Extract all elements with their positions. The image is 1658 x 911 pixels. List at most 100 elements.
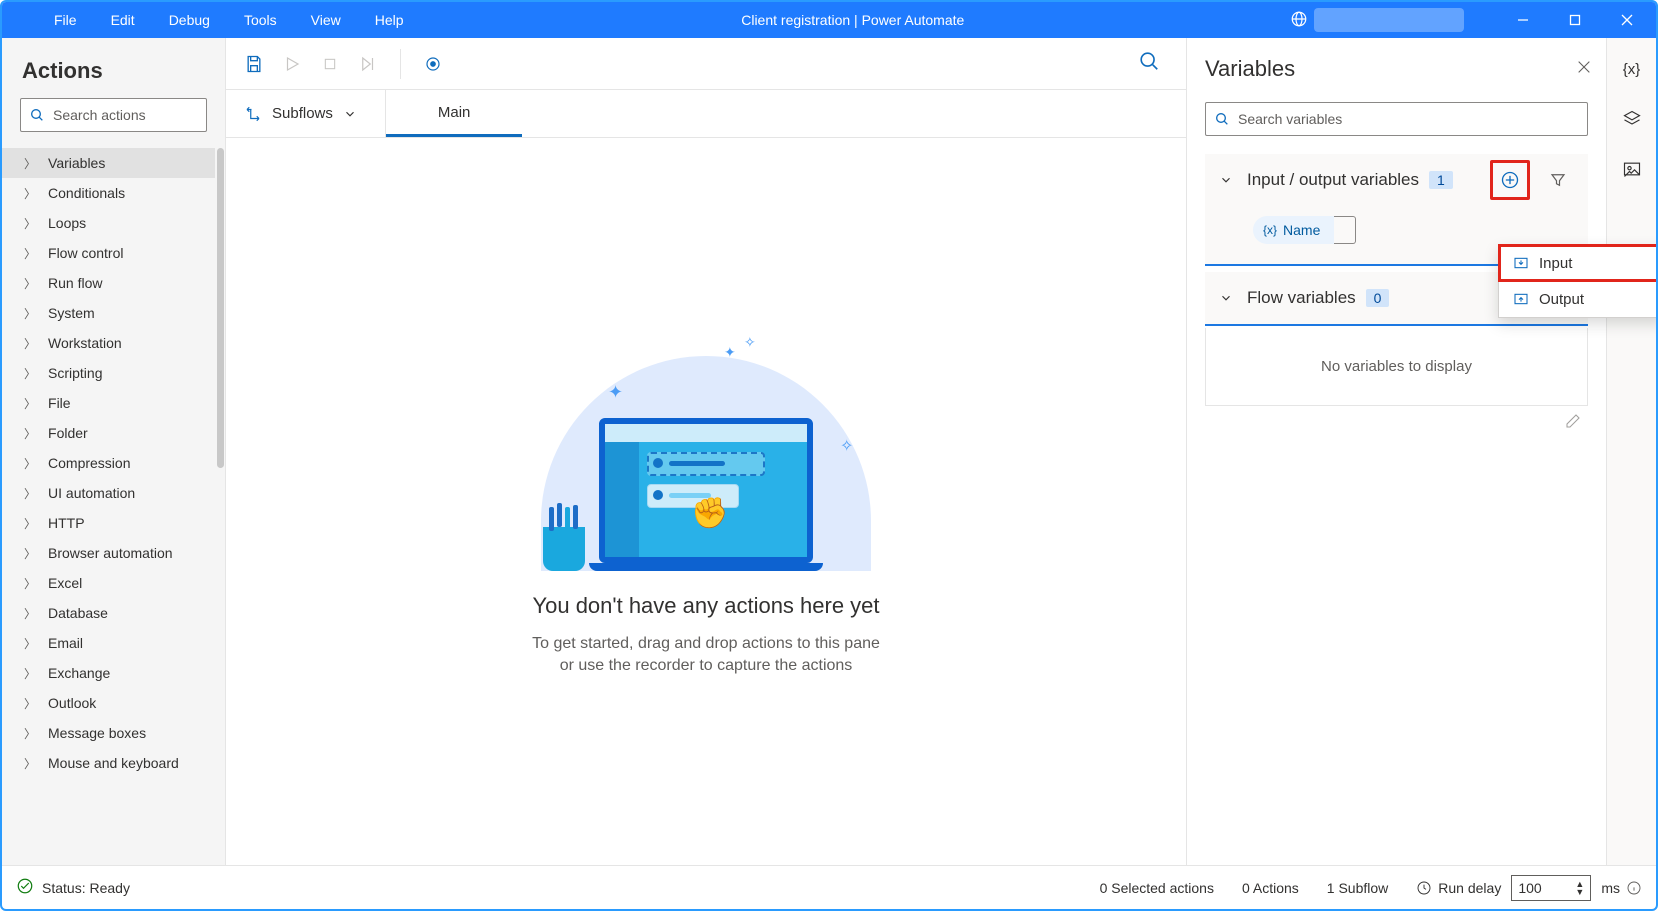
menu-help[interactable]: Help xyxy=(363,6,416,34)
status-text: Status: Ready xyxy=(42,880,130,896)
category-database[interactable]: 〉Database xyxy=(2,598,225,628)
menu-edit[interactable]: Edit xyxy=(99,6,147,34)
subflows-dropdown[interactable]: Subflows xyxy=(226,90,386,137)
category-http[interactable]: 〉HTTP xyxy=(2,508,225,538)
run-delay-input[interactable]: 100 ▲▼ xyxy=(1511,875,1591,901)
category-variables[interactable]: 〉Variables xyxy=(2,148,225,178)
chevron-right-icon: 〉 xyxy=(24,725,36,742)
category-conditionals[interactable]: 〉Conditionals xyxy=(2,178,225,208)
actions-scrollbar[interactable] xyxy=(215,148,225,865)
environment-pill[interactable] xyxy=(1314,8,1464,32)
chevron-right-icon: 〉 xyxy=(24,575,36,592)
category-system[interactable]: 〉System xyxy=(2,298,225,328)
menu-item-input[interactable]: Input xyxy=(1499,245,1658,281)
subflows-icon xyxy=(244,105,262,123)
category-excel[interactable]: 〉Excel xyxy=(2,568,225,598)
io-count-badge: 1 xyxy=(1429,171,1453,189)
variable-chip-extension[interactable] xyxy=(1334,216,1356,244)
category-browser-automation[interactable]: 〉Browser automation xyxy=(2,538,225,568)
menu-tools[interactable]: Tools xyxy=(232,6,289,34)
run-delay-label: Run delay xyxy=(1438,880,1501,896)
category-run-flow[interactable]: 〉Run flow xyxy=(2,268,225,298)
search-variables-placeholder: Search variables xyxy=(1238,111,1342,127)
category-email[interactable]: 〉Email xyxy=(2,628,225,658)
add-variable-menu: Input Output xyxy=(1498,244,1658,318)
category-compression[interactable]: 〉Compression xyxy=(2,448,225,478)
chevron-right-icon: 〉 xyxy=(24,185,36,202)
actions-panel: Actions Search actions 〉Variables 〉Condi… xyxy=(2,38,226,865)
category-message-boxes[interactable]: 〉Message boxes xyxy=(2,718,225,748)
category-folder[interactable]: 〉Folder xyxy=(2,418,225,448)
menu-debug[interactable]: Debug xyxy=(157,6,222,34)
window-title: Client registration | Power Automate xyxy=(416,12,1290,28)
chevron-right-icon: 〉 xyxy=(24,245,36,262)
rail-layers-icon[interactable] xyxy=(1617,104,1647,134)
status-actions: 0 Actions xyxy=(1242,880,1299,896)
category-ui-automation[interactable]: 〉UI automation xyxy=(2,478,225,508)
flow-canvas[interactable]: ✦✧✦✧ ✊ You don't have any xyxy=(226,138,1186,865)
chevron-right-icon: 〉 xyxy=(24,665,36,682)
close-variables-icon[interactable] xyxy=(1576,59,1592,80)
menu-file[interactable]: File xyxy=(42,6,89,34)
stepper-arrows-icon[interactable]: ▲▼ xyxy=(1575,880,1584,896)
category-mouse-keyboard[interactable]: 〉Mouse and keyboard xyxy=(2,748,225,778)
save-icon[interactable] xyxy=(244,54,264,74)
chevron-right-icon: 〉 xyxy=(24,755,36,772)
status-subflow: 1 Subflow xyxy=(1327,880,1388,896)
search-variables-input[interactable]: Search variables xyxy=(1205,102,1588,136)
add-variable-button[interactable] xyxy=(1490,160,1530,200)
input-icon xyxy=(1513,255,1529,271)
globe-icon xyxy=(1290,10,1308,31)
tab-main[interactable]: Main xyxy=(386,90,523,137)
menu-view[interactable]: View xyxy=(299,6,353,34)
chevron-right-icon: 〉 xyxy=(24,395,36,412)
category-flow-control[interactable]: 〉Flow control xyxy=(2,238,225,268)
category-file[interactable]: 〉File xyxy=(2,388,225,418)
filter-variables-icon[interactable] xyxy=(1538,160,1578,200)
chevron-right-icon: 〉 xyxy=(24,545,36,562)
record-icon[interactable] xyxy=(423,54,443,74)
variable-icon: {x} xyxy=(1263,223,1277,237)
chevron-down-icon xyxy=(1219,173,1233,187)
chevron-down-icon xyxy=(1219,291,1233,305)
chevron-right-icon: 〉 xyxy=(24,485,36,502)
category-exchange[interactable]: 〉Exchange xyxy=(2,658,225,688)
category-loops[interactable]: 〉Loops xyxy=(2,208,225,238)
info-icon[interactable] xyxy=(1626,880,1642,896)
rail-variables-icon[interactable]: {x} xyxy=(1617,54,1647,84)
clock-icon xyxy=(1416,880,1432,896)
flow-variables-label: Flow variables xyxy=(1247,288,1356,308)
empty-subtitle-1: To get started, drag and drop actions to… xyxy=(532,633,880,655)
search-actions-placeholder: Search actions xyxy=(53,107,146,123)
window-minimize[interactable] xyxy=(1500,2,1546,38)
window-maximize[interactable] xyxy=(1552,2,1598,38)
chevron-right-icon: 〉 xyxy=(24,275,36,292)
stop-icon[interactable] xyxy=(320,54,340,74)
variable-chip-name[interactable]: {x} Name xyxy=(1253,216,1334,244)
io-variables-header[interactable]: Input / output variables 1 xyxy=(1205,154,1588,206)
category-workstation[interactable]: 〉Workstation xyxy=(2,328,225,358)
chevron-right-icon: 〉 xyxy=(24,635,36,652)
subflows-label: Subflows xyxy=(272,105,333,122)
chevron-right-icon: 〉 xyxy=(24,425,36,442)
eraser-icon[interactable] xyxy=(1187,406,1606,441)
window-close[interactable] xyxy=(1604,2,1650,38)
search-actions-input[interactable]: Search actions xyxy=(20,98,207,132)
category-scripting[interactable]: 〉Scripting xyxy=(2,358,225,388)
variables-title: Variables xyxy=(1205,56,1295,82)
status-selected: 0 Selected actions xyxy=(1100,880,1214,896)
actions-title: Actions xyxy=(2,38,225,98)
chevron-right-icon: 〉 xyxy=(24,305,36,322)
chevron-down-icon xyxy=(343,107,357,121)
menu-item-output[interactable]: Output xyxy=(1499,281,1658,317)
run-icon[interactable] xyxy=(282,54,302,74)
step-icon[interactable] xyxy=(358,54,378,74)
actions-category-list: 〉Variables 〉Conditionals 〉Loops 〉Flow co… xyxy=(2,148,225,865)
search-flow-icon[interactable] xyxy=(1138,50,1168,77)
chevron-right-icon: 〉 xyxy=(24,155,36,172)
chevron-right-icon: 〉 xyxy=(24,605,36,622)
variables-panel: Variables Search variables Input / outpu… xyxy=(1186,38,1606,865)
chevron-right-icon: 〉 xyxy=(24,455,36,472)
category-outlook[interactable]: 〉Outlook xyxy=(2,688,225,718)
rail-images-icon[interactable] xyxy=(1617,154,1647,184)
